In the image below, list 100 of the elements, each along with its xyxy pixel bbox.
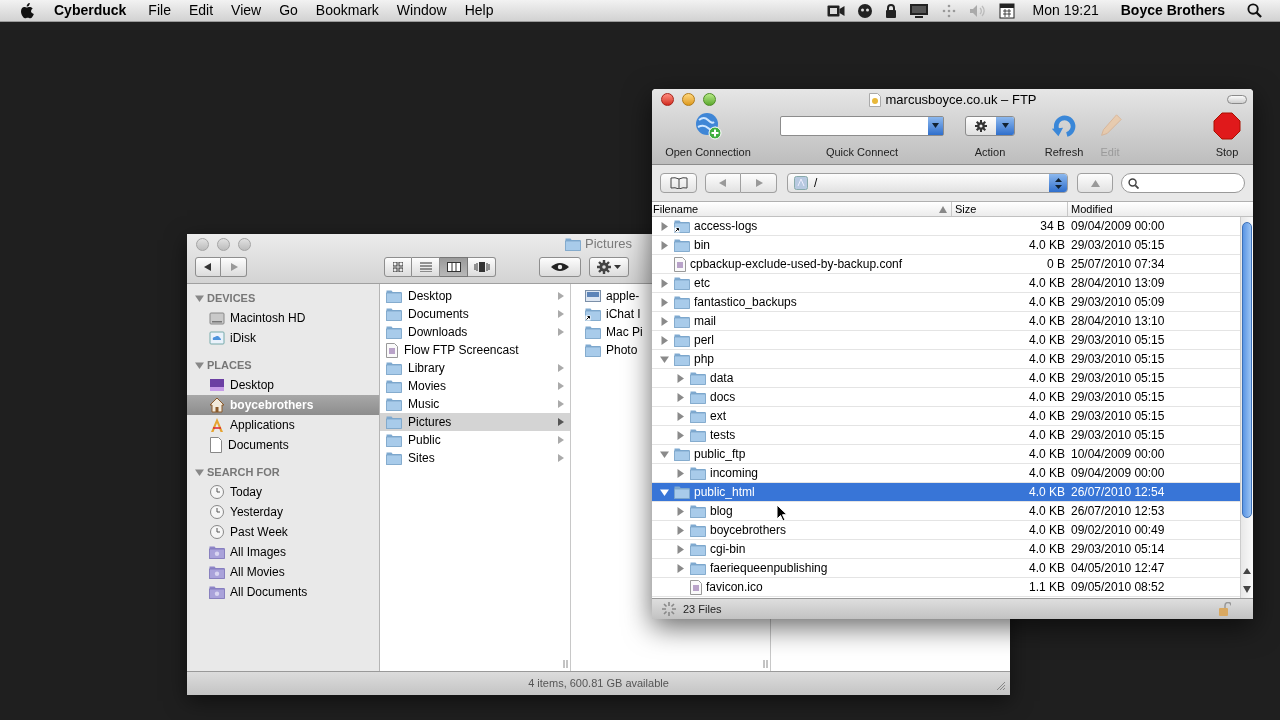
- sidebar-item[interactable]: Yesterday: [187, 502, 379, 522]
- bookmarks-button[interactable]: [660, 173, 697, 193]
- expanded-triangle-icon[interactable]: [195, 293, 204, 303]
- file-row[interactable]: bin 4.0 KB 29/03/2010 05:15: [652, 236, 1240, 255]
- display-icon[interactable]: [908, 2, 929, 19]
- globe-plus-icon[interactable]: [693, 110, 723, 141]
- sidebar-item[interactable]: All Documents: [187, 582, 379, 602]
- expanded-triangle-icon[interactable]: [195, 467, 204, 477]
- menu-item[interactable]: Help: [464, 0, 494, 21]
- collapsed-triangle-icon[interactable]: [676, 392, 685, 402]
- browser-item[interactable]: Desktop: [380, 287, 570, 305]
- expanded-triangle-icon[interactable]: [660, 354, 669, 364]
- file-row[interactable]: blog 4.0 KB 26/07/2010 12:53: [652, 502, 1240, 521]
- collapsed-triangle-icon[interactable]: [676, 563, 685, 573]
- browser-item[interactable]: iChat I: [585, 305, 641, 323]
- collapsed-triangle-icon[interactable]: [676, 544, 685, 554]
- file-row[interactable]: public_ftp 4.0 KB 10/04/2009 00:00: [652, 445, 1240, 464]
- browser-item[interactable]: Music: [380, 395, 570, 413]
- browser-item[interactable]: Library: [380, 359, 570, 377]
- menu-clock[interactable]: Mon 19:21: [1032, 0, 1099, 21]
- file-row[interactable]: mail 4.0 KB 28/04/2010 13:10: [652, 312, 1240, 331]
- search-field[interactable]: [1121, 173, 1245, 193]
- browser-item[interactable]: Public: [380, 431, 570, 449]
- collapsed-triangle-icon[interactable]: [676, 506, 685, 516]
- zoom-button[interactable]: [238, 237, 251, 251]
- menu-item[interactable]: Go: [279, 0, 298, 21]
- view-mode-button[interactable]: [384, 257, 412, 277]
- zoom-button[interactable]: [703, 93, 716, 107]
- file-row[interactable]: cgi-bin 4.0 KB 29/03/2010 05:14: [652, 540, 1240, 559]
- apple-menu-icon[interactable]: [20, 1, 36, 20]
- file-row[interactable]: favicon.ico 1.1 KB 09/05/2010 08:52: [652, 578, 1240, 597]
- toolbar-label[interactable]: Stop: [1215, 143, 1239, 160]
- file-row[interactable]: public_html 4.0 KB 26/07/2010 12:54: [652, 483, 1240, 502]
- menu-item[interactable]: View: [231, 0, 262, 21]
- sidebar-item[interactable]: Today: [187, 482, 379, 502]
- path-dropdown[interactable]: /: [787, 173, 1068, 193]
- browser-item[interactable]: Mac Pi: [585, 323, 643, 341]
- view-mode-button[interactable]: [440, 257, 468, 277]
- column-header[interactable]: Modified: [1068, 202, 1253, 216]
- sidebar-item[interactable]: All Images: [187, 542, 379, 562]
- action-menu-button[interactable]: [589, 257, 629, 277]
- browser-item[interactable]: Pictures: [380, 413, 570, 431]
- view-mode-button[interactable]: [468, 257, 496, 277]
- speaker-icon[interactable]: [968, 3, 987, 18]
- menu-item[interactable]: File: [148, 0, 171, 21]
- collapsed-triangle-icon[interactable]: [676, 411, 685, 421]
- stop-sign-icon[interactable]: [1213, 111, 1241, 140]
- expanded-triangle-icon[interactable]: [660, 449, 669, 459]
- menu-item[interactable]: Edit: [188, 0, 214, 21]
- collapsed-triangle-icon[interactable]: [676, 430, 685, 440]
- file-row[interactable]: data 4.0 KB 29/03/2010 05:15: [652, 369, 1240, 388]
- file-row[interactable]: perl 4.0 KB 29/03/2010 05:15: [652, 331, 1240, 350]
- calendar-icon[interactable]: [998, 2, 1015, 19]
- toolbar-toggle-button[interactable]: [1227, 95, 1247, 105]
- toolbar-label[interactable]: Open Connection: [665, 143, 751, 160]
- lock-icon[interactable]: [884, 2, 897, 19]
- browser-item[interactable]: Photo: [585, 341, 638, 359]
- collapsed-triangle-icon[interactable]: [660, 335, 669, 345]
- parent-folder-button[interactable]: [1077, 173, 1113, 193]
- sidebar-item[interactable]: Past Week: [187, 522, 379, 542]
- sidebar-item[interactable]: Applications: [187, 415, 379, 435]
- column-header[interactable]: Size: [952, 202, 1068, 216]
- collapsed-triangle-icon[interactable]: [660, 240, 669, 250]
- browser-item[interactable]: Movies: [380, 377, 570, 395]
- resize-grip-icon[interactable]: [996, 681, 1006, 691]
- toolbar-label[interactable]: Quick Connect: [825, 143, 899, 160]
- app-menu[interactable]: Cyberduck: [54, 0, 127, 21]
- sidebar-item[interactable]: Documents: [187, 435, 379, 455]
- collapsed-triangle-icon[interactable]: [660, 221, 669, 231]
- scroll-thumb[interactable]: [1242, 222, 1252, 518]
- file-row[interactable]: ext 4.0 KB 29/03/2010 05:15: [652, 407, 1240, 426]
- file-row[interactable]: incoming 4.0 KB 09/04/2009 00:00: [652, 464, 1240, 483]
- collapsed-triangle-icon[interactable]: [676, 468, 685, 478]
- browser-item[interactable]: Documents: [380, 305, 570, 323]
- round-status-icon[interactable]: [856, 2, 873, 19]
- minimize-button[interactable]: [682, 93, 695, 107]
- collapsed-triangle-icon[interactable]: [676, 525, 685, 535]
- browser-item[interactable]: apple-: [585, 287, 640, 305]
- collapsed-triangle-icon[interactable]: [660, 297, 669, 307]
- column-resize-icon[interactable]: [763, 660, 768, 668]
- minimize-button[interactable]: [217, 237, 230, 251]
- file-row[interactable]: tests 4.0 KB 29/03/2010 05:15: [652, 426, 1240, 445]
- browser-item[interactable]: Sites: [380, 449, 570, 467]
- expanded-triangle-icon[interactable]: [660, 487, 669, 497]
- file-row[interactable]: docs 4.0 KB 29/03/2010 05:15: [652, 388, 1240, 407]
- action-popup-button[interactable]: [965, 115, 1015, 136]
- file-row[interactable]: fantastico_backups 4.0 KB 29/03/2010 05:09: [652, 293, 1240, 312]
- browser-item[interactable]: Downloads: [380, 323, 570, 341]
- file-row[interactable]: faeriequeenpublishing 4.0 KB 04/05/2010 12:47: [652, 559, 1240, 578]
- column-header[interactable]: Filename: [652, 202, 952, 216]
- sidebar-item[interactable]: Macintosh HD: [187, 308, 379, 328]
- toolbar-label[interactable]: Action: [974, 143, 1006, 160]
- collapsed-triangle-icon[interactable]: [660, 316, 669, 326]
- quick-connect-field[interactable]: [780, 115, 944, 136]
- browser-item[interactable]: Flow FTP Screencast: [380, 341, 570, 359]
- close-button[interactable]: [661, 93, 674, 107]
- menu-item[interactable]: Bookmark: [315, 0, 379, 21]
- expanded-triangle-icon[interactable]: [195, 360, 204, 370]
- menu-item[interactable]: Window: [396, 0, 447, 21]
- user-menu[interactable]: Boyce Brothers: [1120, 0, 1225, 21]
